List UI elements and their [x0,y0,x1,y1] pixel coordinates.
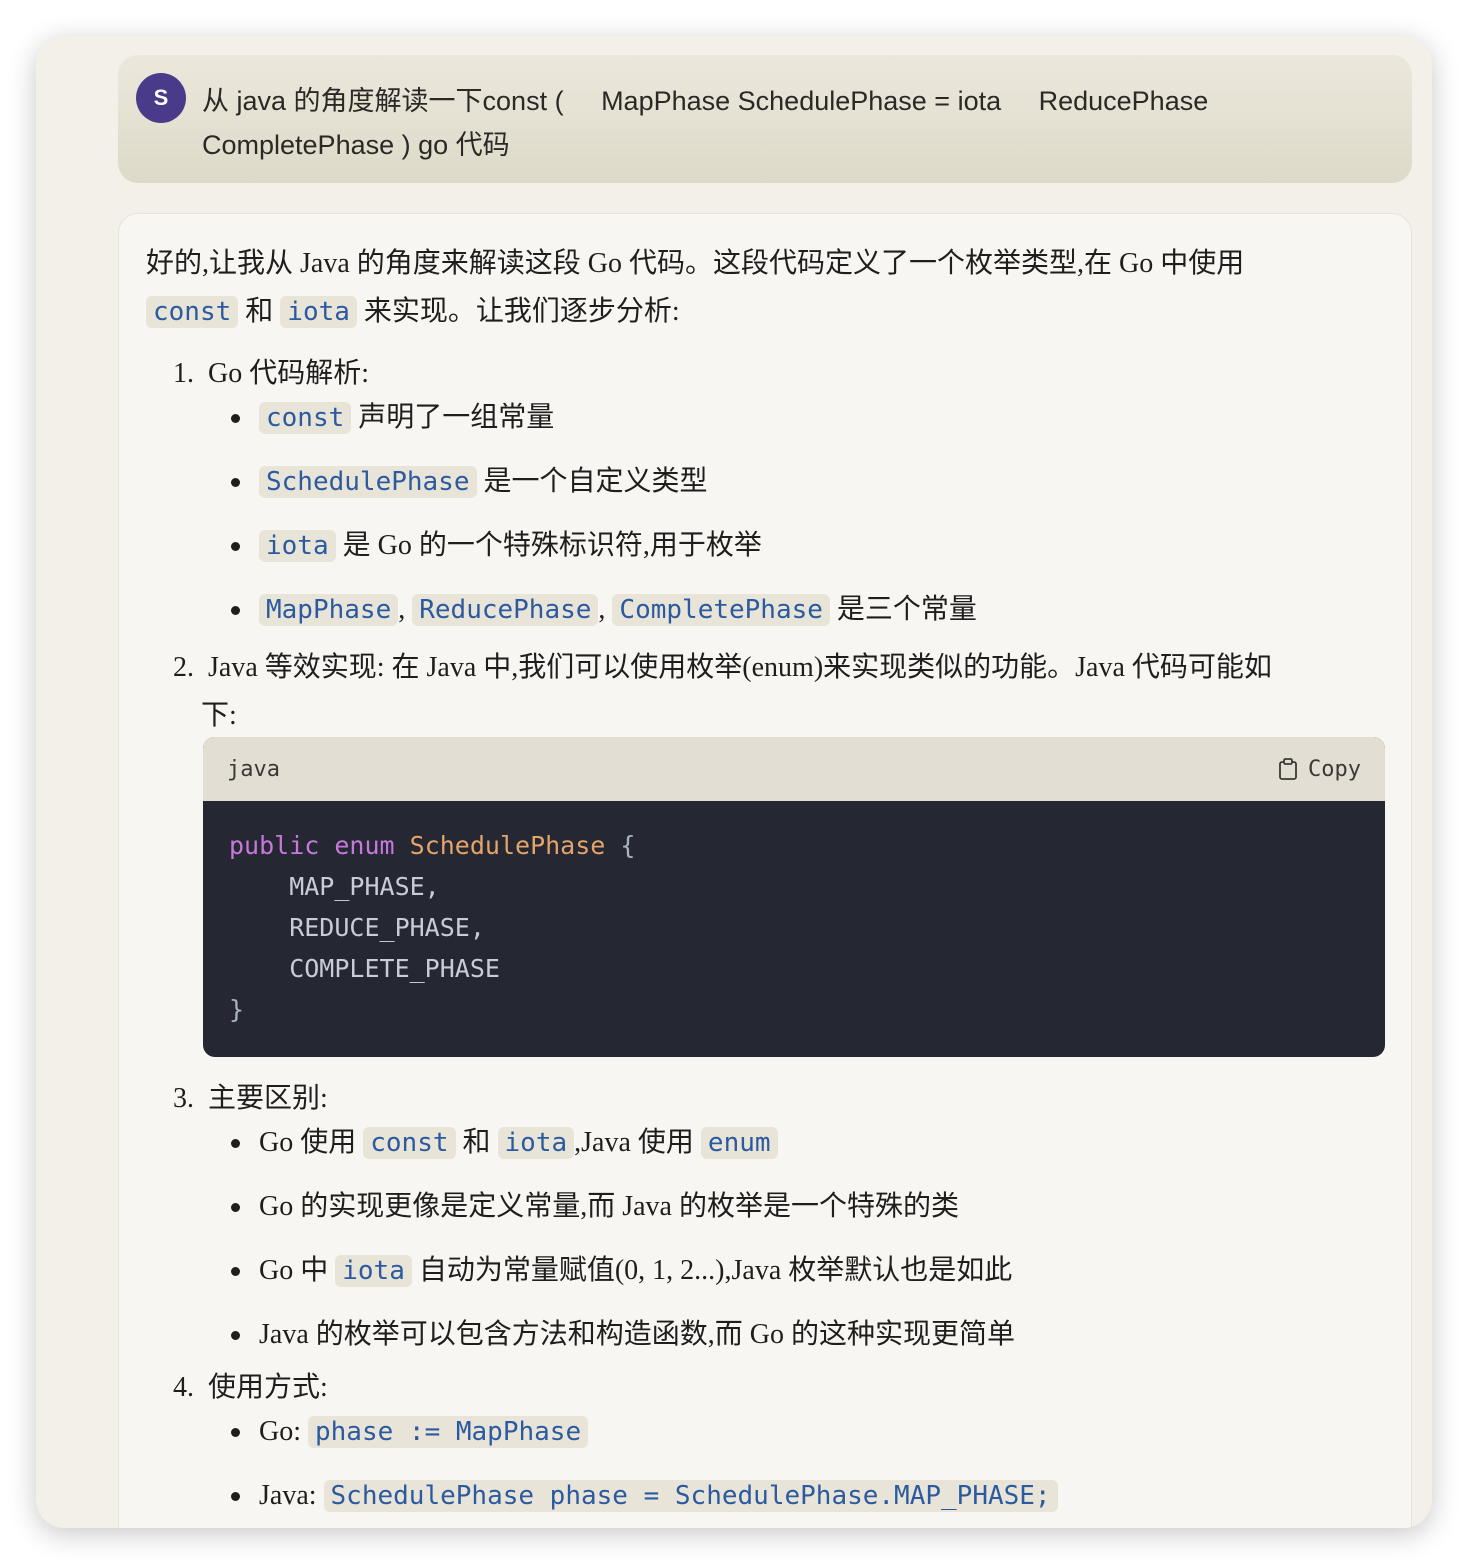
user-message: S 从 java 的角度解读一下const ( MapPhase Schedul… [118,55,1412,183]
inline-code: SchedulePhase [259,466,477,498]
inline-code: iota [335,1255,412,1287]
list-item-text: Go 的实现更像是定义常量,而 Java 的枚举是一个特殊的类 [259,1191,959,1222]
code-content: public enum SchedulePhase { MAP_PHASE, R… [203,801,1385,1054]
inline-code: MapPhase [259,594,399,626]
code-block: java Copy public enum SchedulePhase { MA… [203,737,1385,1057]
intro-paragraph: 好的,让我从 Java 的角度来解读这段 Go 代码。这段代码定义了一个枚举类型… [146,240,1326,336]
section-number: 2. [173,652,194,683]
list-item: MapPhase, ReducePhase, CompletePhase 是三个… [231,590,1431,630]
list-item-text: Go: [259,1416,301,1447]
list-section-4: 4. 使用方式: Go: phase := MapPhase Java: Sch… [173,1364,1373,1528]
code-line: MAP_PHASE, [229,872,440,901]
section-heading: 4. 使用方式: [173,1364,1373,1412]
code-language-label: java [227,756,280,782]
list-item: Go 的实现更像是定义常量,而 Java 的枚举是一个特殊的类 [231,1187,1431,1227]
list-item: Go 中 iota 自动为常量赋值(0, 1, 2...),Java 枚举默认也… [231,1251,1431,1291]
code-keyword: public [229,831,320,860]
code-punct: { [620,831,636,860]
intro-text: 和 [245,296,274,327]
list-item: iota 是 Go 的一个特殊标识符,用于枚举 [231,526,1431,566]
separator: , [598,594,606,625]
code-punct: } [229,995,245,1024]
list-item: Java: SchedulePhase phase = SchedulePhas… [231,1476,1431,1516]
separator: , [398,594,406,625]
list-item-text: 是三个常量 [836,594,977,625]
list-item: Java 的枚举可以包含方法和构造函数,而 Go 的这种实现更简单 [231,1315,1431,1355]
intro-text: 好的,让我从 Java 的角度来解读这段 Go 代码。这段代码定义了一个枚举类型… [146,248,1245,279]
inline-code: iota [280,296,357,328]
code-line: COMPLETE_PHASE [229,954,500,983]
inline-code: iota [259,530,336,562]
inline-code: const [146,296,239,328]
intro-text: 来实现。让我们逐步分析: [363,296,680,327]
inline-code: enum [700,1127,778,1159]
code-block-header: java Copy [203,737,1385,801]
list-item-text: Java 的枚举可以包含方法和构造函数,而 Go 的这种实现更简单 [259,1319,1015,1350]
clipboard-icon [1279,758,1297,780]
list-item: SchedulePhase 是一个自定义类型 [231,462,1431,502]
user-avatar[interactable]: S [136,73,186,123]
list-section-2: 2. Java 等效实现: 在 Java 中,我们可以使用枚举(enum)来实现… [173,644,1373,740]
inline-code: const [259,402,352,434]
list-item-text: 声明了一组常量 [358,402,555,433]
list-item-text: 和 [462,1127,491,1158]
section-number: 3. [173,1083,194,1114]
section-text-cont: 下: [201,700,237,731]
section-title: Go 代码解析: [208,358,370,389]
bullet-list: Go: phase := MapPhase Java: SchedulePhas… [231,1412,1431,1516]
section-heading: 1. Go 代码解析: [173,350,1373,398]
inline-code: ReducePhase [412,594,599,626]
section-number: 1. [173,358,194,389]
list-item-text: Java: [259,1480,317,1511]
inline-code: const [363,1127,456,1159]
code-line: REDUCE_PHASE, [229,913,485,942]
list-section-3: 3. 主要区别: Go 使用 const 和 iota ,Java 使用 enum… [173,1075,1373,1379]
bullet-list: const 声明了一组常量 SchedulePhase 是一个自定义类型 iot… [231,398,1431,630]
inline-code: CompletePhase [612,594,830,626]
copy-button[interactable]: Copy [1278,757,1361,782]
list-section-1: 1. Go 代码解析: const 声明了一组常量 SchedulePhase … [173,350,1373,654]
section-title: 使用方式: [208,1372,328,1403]
section-heading: 3. 主要区别: [173,1075,1373,1123]
code-keyword: enum [334,831,395,860]
chat-window: S 从 java 的角度解读一下const ( MapPhase Schedul… [36,36,1432,1528]
list-item-text: 自动为常量赋值(0, 1, 2...),Java 枚举默认也是如此 [418,1255,1013,1286]
list-item-text: Go 中 [259,1255,329,1286]
inline-code: SchedulePhase phase = SchedulePhase.MAP_… [323,1480,1058,1512]
user-message-text: 从 java 的角度解读一下const ( MapPhase ScheduleP… [202,86,1246,160]
copy-label: Copy [1308,756,1361,782]
list-item-text: ,Java 使用 [574,1127,694,1158]
inline-code: phase := MapPhase [308,1416,589,1448]
list-item-text: Go 使用 [259,1127,357,1158]
list-item: const 声明了一组常量 [231,398,1431,438]
section-title: 主要区别: [208,1083,328,1114]
code-type: SchedulePhase [409,831,606,860]
inline-code: iota [497,1127,575,1159]
assistant-message: 好的,让我从 Java 的角度来解读这段 Go 代码。这段代码定义了一个枚举类型… [118,213,1412,1528]
section-number: 4. [173,1372,194,1403]
bullet-list: Go 使用 const 和 iota ,Java 使用 enum Go 的实现更像… [231,1123,1431,1355]
list-item: Go 使用 const 和 iota ,Java 使用 enum [231,1123,1431,1163]
list-item-text: 是一个自定义类型 [483,466,708,497]
list-item-text: 是 Go 的一个特殊标识符,用于枚举 [342,530,762,561]
list-item: Go: phase := MapPhase [231,1412,1431,1452]
section-heading: 2. Java 等效实现: 在 Java 中,我们可以使用枚举(enum)来实现… [173,644,1373,692]
section-text: Java 等效实现: 在 Java 中,我们可以使用枚举(enum)来实现类似的… [208,652,1272,683]
